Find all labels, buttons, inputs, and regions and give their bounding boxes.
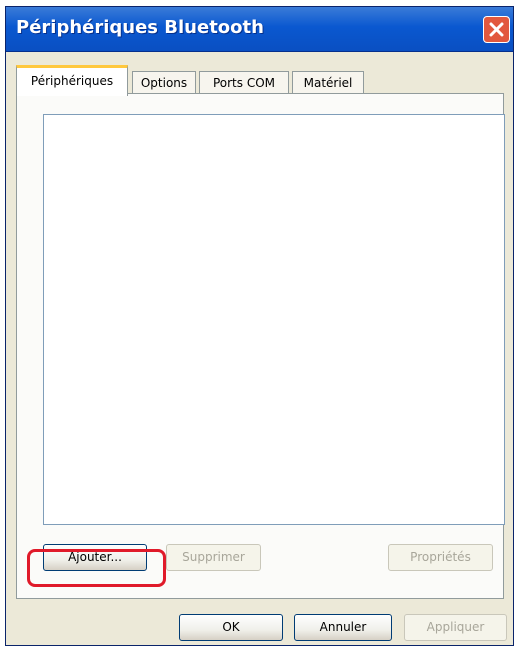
device-list[interactable] bbox=[43, 114, 505, 525]
tab-peripheriques[interactable]: Périphériques bbox=[16, 65, 128, 96]
close-icon bbox=[489, 22, 504, 37]
title-bar[interactable]: Périphériques Bluetooth bbox=[6, 7, 513, 52]
close-button[interactable] bbox=[483, 16, 510, 43]
remove-button[interactable]: Supprimer bbox=[166, 544, 261, 571]
properties-button[interactable]: Propriétés bbox=[388, 544, 493, 571]
ok-button[interactable]: OK bbox=[179, 614, 283, 641]
tab-ports-com[interactable]: Ports COM bbox=[199, 71, 289, 93]
bluetooth-devices-window: Périphériques Bluetooth Périphériques Op… bbox=[5, 6, 514, 646]
tab-options[interactable]: Options bbox=[132, 71, 196, 93]
cancel-button[interactable]: Annuler bbox=[294, 614, 392, 641]
tab-panel: Ajouter... Supprimer Propriétés bbox=[16, 93, 505, 599]
tab-materiel[interactable]: Matériel bbox=[292, 71, 364, 93]
highlight-frame bbox=[27, 549, 166, 587]
window-title: Périphériques Bluetooth bbox=[16, 17, 264, 38]
apply-button[interactable]: Appliquer bbox=[404, 614, 507, 641]
